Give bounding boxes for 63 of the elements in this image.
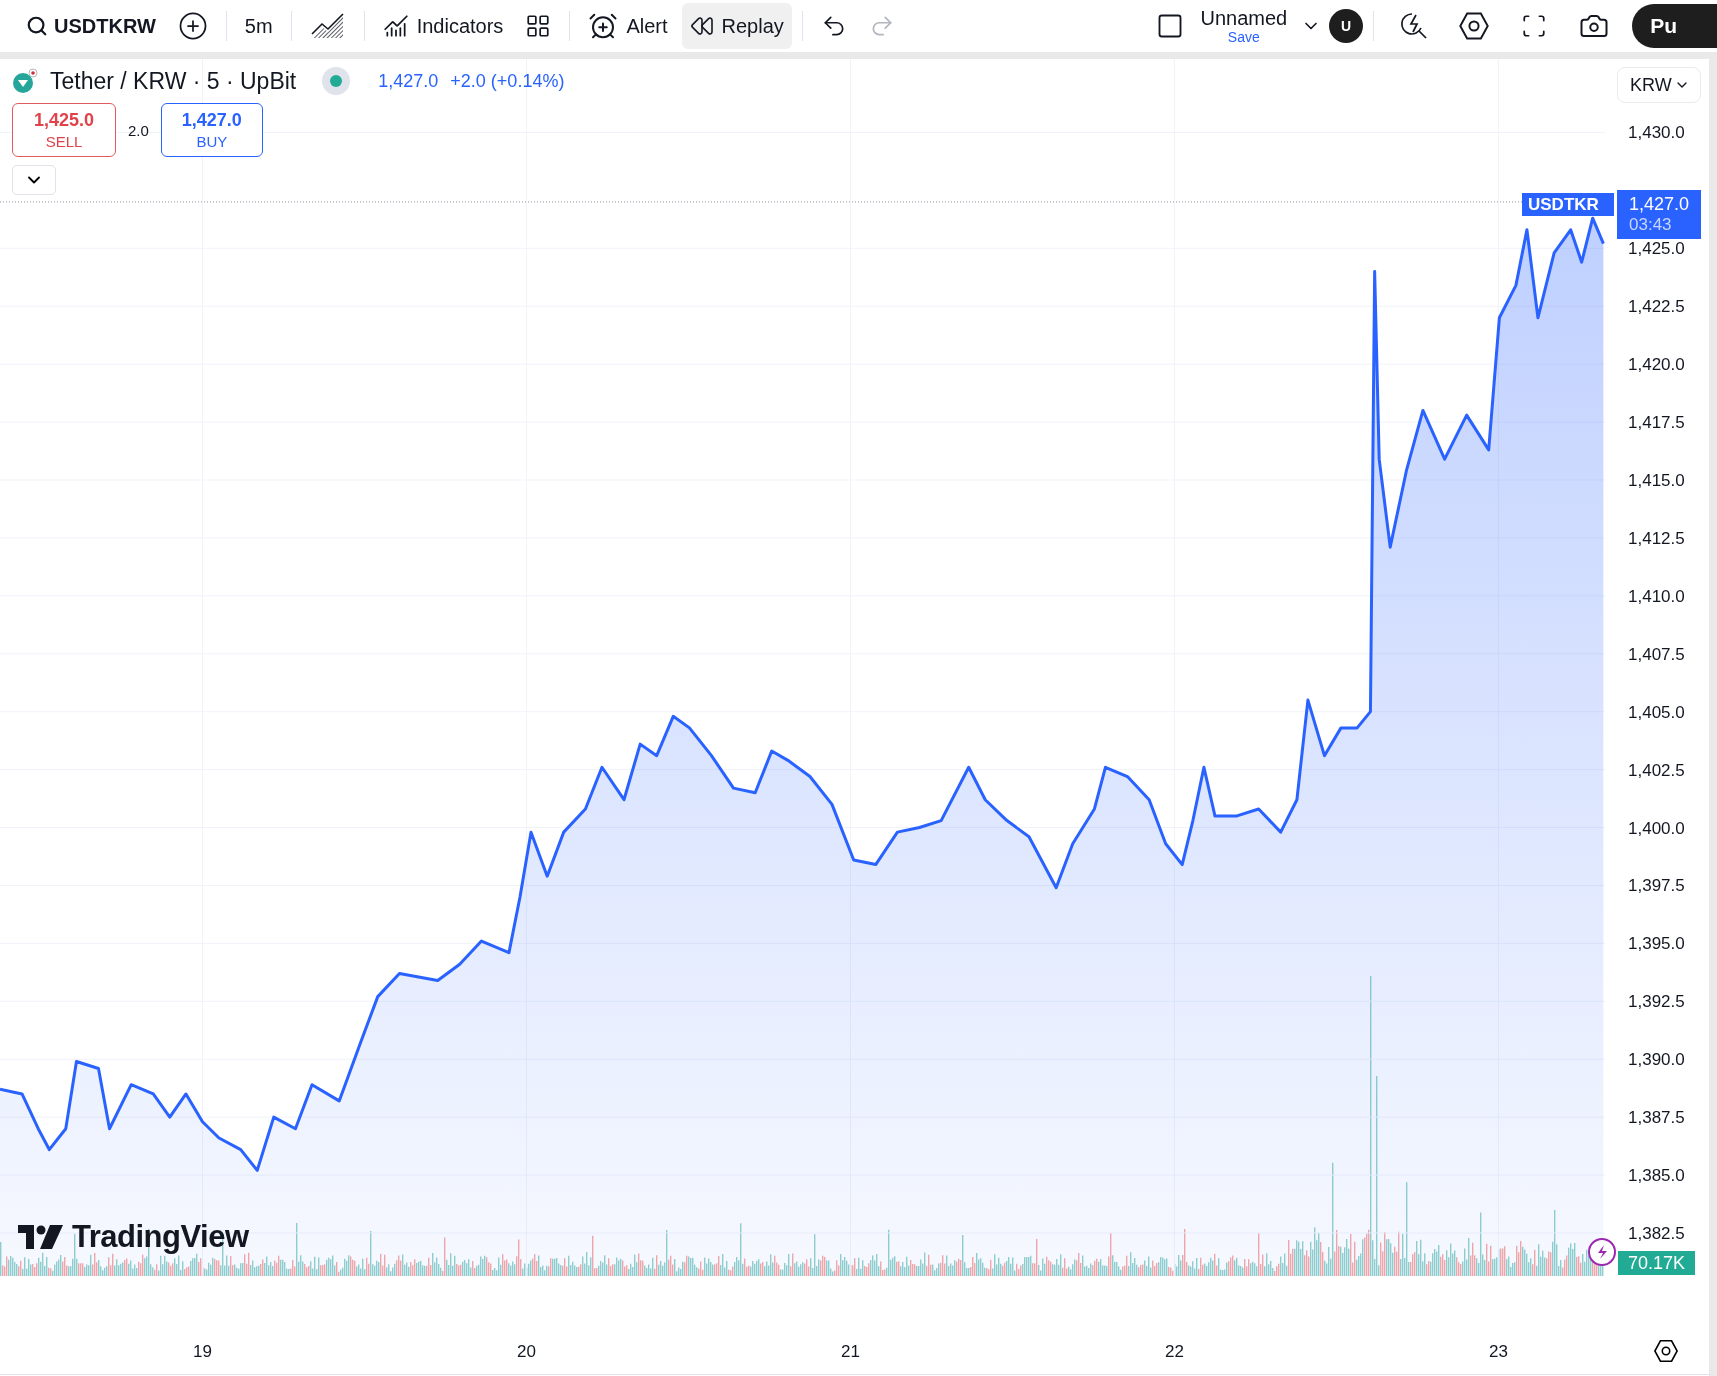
price-tick-label: 1,397.5 [1628,876,1685,896]
layout-name: Unnamed [1200,8,1288,28]
search-icon [26,15,48,37]
publish-button[interactable]: Pu [1632,4,1717,48]
symbol-button[interactable]: USDTKRW [18,3,164,49]
price-tick-label: 1,420.0 [1628,355,1685,375]
price-tick-label: 1,395.0 [1628,934,1685,954]
last-price: 1,427.0 [378,70,439,92]
alarm-clock-icon [588,11,619,41]
logo-text: TradingView [72,1219,249,1255]
date-tick-label: 22 [1164,1342,1184,1362]
area-chart-icon [309,12,346,40]
sell-button[interactable]: 1,425.0 SELL [12,103,116,157]
date-tick-label: 20 [517,1342,536,1362]
market-status-indicator[interactable] [322,67,351,95]
alert-button[interactable]: Alert [580,3,676,49]
symbol-title: Tether / KRW · 5 · UpBit [50,67,297,95]
coin-icon [12,68,38,94]
price-tick-label: 1,425.0 [1628,239,1685,259]
fullscreen-icon [1521,13,1548,39]
add-icon [177,11,208,41]
price-tick-label: 1,410.0 [1628,586,1685,606]
save-link[interactable]: Save [1227,30,1260,44]
volume-label: 70.17K [1618,1251,1695,1275]
price-tick-label: 1,392.5 [1628,992,1685,1012]
price-tick-label: 1,417.5 [1628,413,1685,433]
price-tick-label: 1,422.5 [1628,297,1685,317]
settings-icon [1458,10,1491,42]
logo-icon [18,1225,64,1249]
settings-icon [1653,1338,1679,1364]
date-tick-label: 21 [841,1342,860,1362]
date-tick-label: 23 [1488,1342,1508,1362]
price-tick-label: 1,412.5 [1628,528,1685,548]
indicators-button[interactable]: Indicators [374,3,512,49]
lightning-icon [1595,1244,1609,1260]
price-tick-label: 1,390.0 [1628,1050,1685,1070]
price-tick-label: 1,415.0 [1628,471,1685,490]
lightning-button[interactable] [1588,1238,1616,1266]
collapse-legend-button[interactable] [12,165,56,195]
price-tick-label: 1,402.5 [1628,760,1685,780]
price-change: +2.0 (+0.14%) [450,70,565,92]
currency-selector[interactable]: KRW [1617,67,1701,103]
interval-button[interactable]: 5m [236,3,281,49]
price-tick-label: 1,385.0 [1628,1166,1685,1186]
price-tick-label: 1,382.5 [1628,1223,1685,1243]
price-tick-label: 1,405.0 [1628,702,1685,722]
axis-settings-button[interactable] [1653,1338,1679,1364]
rewind-icon [689,14,714,38]
price-tick-label: 1,407.5 [1628,644,1685,664]
bar-countdown: 03:43 [1629,215,1673,235]
buy-button[interactable]: 1,427.0 BUY [160,103,263,157]
price-tick-label: 1,400.0 [1628,818,1685,838]
spread-value: 2.0 [128,121,149,139]
indicators-icon [382,13,409,39]
layout-name-button[interactable]: Unnamed Save [1194,8,1294,44]
last-price-value: 1,427.0 [1629,194,1691,215]
price-tick-label: 1,387.5 [1628,1108,1685,1128]
layout-grid-icon [525,13,552,39]
replay-button[interactable]: Replay [681,3,792,49]
symbol-price-label: USDTKR [1522,193,1614,216]
price-tick-label: 1,430.0 [1628,123,1685,143]
date-tick-label: 19 [193,1342,212,1362]
user-avatar[interactable]: U [1329,9,1364,43]
